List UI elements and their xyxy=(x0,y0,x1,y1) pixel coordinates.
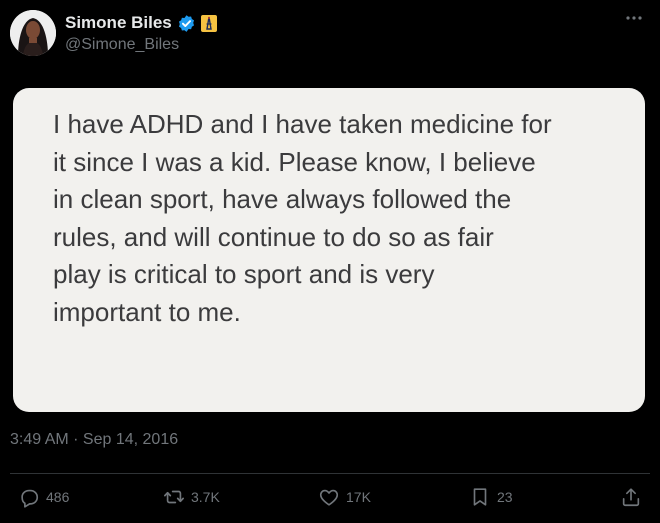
avatar[interactable] xyxy=(10,10,56,56)
author-name-row: Simone Biles xyxy=(65,12,217,34)
retweet-count: 3.7K xyxy=(191,489,220,505)
like-button[interactable]: 17K xyxy=(318,486,371,508)
author-handle[interactable]: @Simone_Biles xyxy=(65,36,179,54)
note-text: I have ADHD and I have taken medicine fo… xyxy=(53,109,552,327)
share-icon xyxy=(622,488,640,507)
heart-icon xyxy=(319,489,339,506)
verified-badge-icon xyxy=(177,14,196,33)
author-display-name[interactable]: Simone Biles xyxy=(65,13,172,33)
tweet-timestamp[interactable]: 3:49 AM · Sep 14, 2016 xyxy=(10,431,178,449)
notes-image[interactable]: I have ADHD and I have taken medicine fo… xyxy=(13,88,645,412)
reply-button[interactable]: 486 xyxy=(18,486,69,508)
usa-gymnastics-affiliation-icon[interactable] xyxy=(200,14,217,32)
like-count: 17K xyxy=(346,489,371,505)
retweet-button[interactable]: 3.7K xyxy=(163,486,220,508)
more-icon[interactable] xyxy=(624,12,644,28)
reply-count: 486 xyxy=(46,489,70,505)
bookmark-button[interactable]: 23 xyxy=(469,486,513,508)
action-bar: 486 3.7K 17K 23 xyxy=(0,486,660,514)
bookmark-count: 23 xyxy=(497,489,513,505)
tweet-header: Simone Biles @Simone_Biles xyxy=(10,10,650,56)
reply-icon xyxy=(21,489,39,508)
retweet-icon xyxy=(164,490,184,504)
bookmark-icon xyxy=(473,488,487,506)
divider xyxy=(10,473,650,474)
share-button[interactable] xyxy=(620,486,642,508)
